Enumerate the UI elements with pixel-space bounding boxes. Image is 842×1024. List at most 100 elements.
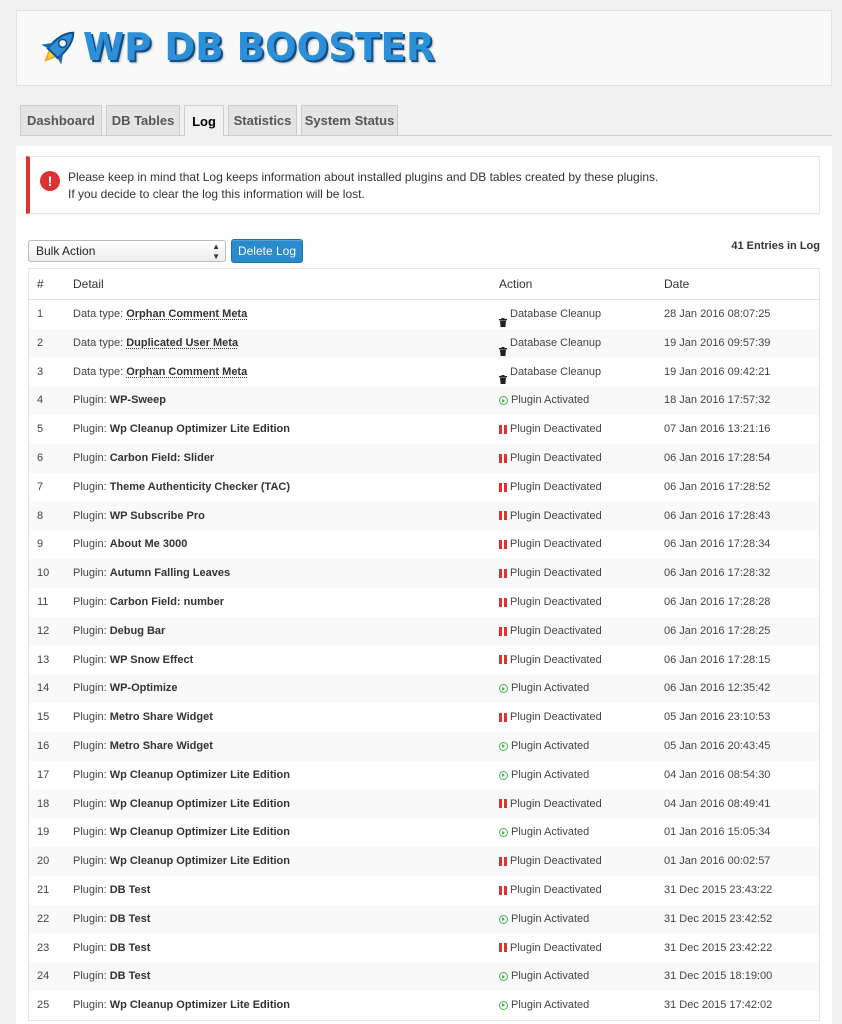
table-row: 3 Data type: Orphan Comment Meta Database …	[29, 358, 819, 387]
detail-value: About Me 3000	[109, 538, 188, 551]
row-date: 06 Jan 2016 17:28:34	[664, 538, 771, 551]
row-action: Plugin Activated	[499, 386, 589, 415]
detail-label: Plugin:	[73, 509, 107, 522]
table-row: 25 Plugin: Wp Cleanup Optimizer Lite Edit…	[29, 991, 819, 1020]
select-arrows-icon: ▲ ▼	[212, 242, 220, 261]
detail-value: DB Test	[109, 941, 151, 954]
detail-value[interactable]: Orphan Comment Meta	[126, 308, 247, 320]
detail-label: Plugin:	[73, 826, 107, 839]
detail-label: Plugin:	[73, 567, 107, 580]
rocket-icon	[41, 31, 75, 65]
detail-value[interactable]: Orphan Comment Meta	[126, 366, 247, 378]
row-number: 24	[37, 970, 50, 983]
detail-label: Plugin:	[73, 682, 107, 695]
row-action: Plugin Activated	[499, 818, 589, 847]
detail-label: Plugin:	[73, 768, 107, 781]
action-label: Plugin Activated	[511, 912, 590, 925]
row-date: 06 Jan 2016 17:28:54	[664, 451, 771, 464]
row-detail: Plugin: Carbon Field: Slider	[73, 444, 214, 473]
detail-label: Plugin:	[73, 999, 107, 1012]
row-detail: Plugin: DB Test	[73, 905, 150, 934]
row-date: 06 Jan 2016 17:28:52	[664, 480, 771, 493]
delete-log-button[interactable]: Delete Log	[231, 239, 303, 263]
table-row: 9 Plugin: About Me 3000 Plugin Deactivated…	[29, 530, 819, 559]
tab-system-status[interactable]: System Status	[301, 105, 398, 135]
pause-icon	[499, 425, 507, 435]
bulk-action-value: Bulk Action	[36, 244, 96, 258]
action-label: Plugin Deactivated	[510, 451, 602, 464]
tab-dashboard[interactable]: Dashboard	[20, 105, 102, 135]
action-label: Plugin Activated	[511, 768, 590, 781]
table-row: 16 Plugin: Metro Share Widget Plugin Activ…	[29, 731, 819, 761]
row-action: Plugin Deactivated	[499, 703, 602, 732]
row-action: Plugin Deactivated	[499, 502, 602, 531]
row-number: 17	[37, 768, 50, 781]
row-number: 6	[37, 451, 44, 464]
table-row: 10 Plugin: Autumn Falling Leaves Plugin De…	[29, 559, 819, 588]
row-detail: Data type: Duplicated User Meta	[73, 329, 238, 358]
table-row: 17 Plugin: Wp Cleanup Optimizer Lite Edit…	[29, 761, 819, 790]
row-date: 01 Jan 2016 15:05:34	[664, 826, 771, 839]
trash-icon	[499, 339, 507, 356]
detail-value: WP-Sweep	[109, 394, 166, 407]
row-number: 4	[37, 394, 44, 407]
play-icon	[499, 741, 508, 751]
row-detail: Plugin: Wp Cleanup Optimizer Lite Editio…	[73, 761, 290, 790]
table-row: 2 Data type: Duplicated User Meta Database…	[29, 328, 819, 358]
pause-icon	[499, 511, 507, 521]
row-action: Plugin Activated	[499, 732, 589, 761]
detail-label: Plugin:	[73, 480, 107, 493]
detail-label: Data type:	[73, 336, 124, 349]
pause-icon	[499, 857, 507, 867]
play-icon	[499, 396, 508, 406]
pause-icon	[499, 597, 507, 607]
detail-label: Plugin:	[73, 797, 107, 810]
pause-icon	[499, 482, 507, 492]
row-date: 06 Jan 2016 17:28:32	[664, 567, 771, 580]
detail-label: Plugin:	[73, 912, 107, 925]
detail-label: Plugin:	[73, 595, 107, 608]
row-detail: Plugin: Wp Cleanup Optimizer Lite Editio…	[73, 415, 290, 444]
row-number: 9	[37, 538, 44, 551]
detail-label: Plugin:	[73, 538, 107, 551]
row-date: 04 Jan 2016 08:49:41	[664, 797, 771, 810]
row-action: Plugin Activated	[499, 905, 589, 934]
entries-count: 41 Entries in Log	[731, 240, 820, 252]
detail-value: WP Snow Effect	[109, 653, 194, 666]
trash-icon	[499, 367, 507, 385]
action-label: Plugin Activated	[511, 739, 590, 752]
row-detail: Plugin: WP Subscribe Pro	[73, 502, 205, 531]
row-date: 05 Jan 2016 20:43:45	[664, 739, 771, 752]
row-number: 8	[37, 509, 44, 522]
action-label: Plugin Deactivated	[510, 653, 602, 666]
tab-bar: Dashboard DB Tables Log Statistics Syste…	[20, 105, 832, 136]
row-date: 06 Jan 2016 12:35:42	[664, 682, 771, 695]
plugin-logo-text: WP DB BOOSTER	[83, 25, 435, 69]
tab-db-tables[interactable]: DB Tables	[106, 105, 180, 135]
row-number: 22	[37, 912, 50, 925]
row-number: 14	[37, 682, 50, 695]
action-label: Plugin Deactivated	[510, 567, 602, 580]
row-detail: Plugin: Theme Authenticity Checker (TAC)	[73, 473, 290, 502]
table-row: 14 Plugin: WP-Optimize Plugin Activated 06 …	[29, 674, 819, 704]
row-detail: Plugin: Wp Cleanup Optimizer Lite Editio…	[73, 790, 290, 819]
detail-label: Plugin:	[73, 855, 107, 868]
tab-statistics[interactable]: Statistics	[228, 105, 297, 135]
row-date: 31 Dec 2015 17:42:02	[664, 999, 773, 1012]
detail-value[interactable]: Duplicated User Meta	[126, 337, 238, 349]
table-row: 19 Plugin: Wp Cleanup Optimizer Lite Edit…	[29, 818, 819, 847]
table-row: 24 Plugin: DB Test Plugin Activated 31 Dec …	[29, 962, 819, 992]
row-action: Plugin Deactivated	[499, 415, 602, 444]
tab-log[interactable]: Log	[184, 105, 224, 136]
table-row: 8 Plugin: WP Subscribe Pro Plugin Deactiva…	[29, 501, 819, 531]
detail-label: Plugin:	[73, 941, 107, 954]
table-row: 15 Plugin: Metro Share Widget Plugin Deact…	[29, 703, 819, 732]
row-number: 2	[37, 336, 44, 349]
pause-icon	[499, 713, 507, 723]
play-icon	[499, 914, 508, 924]
row-number: 19	[37, 826, 50, 839]
row-action: Plugin Deactivated	[499, 847, 602, 876]
bulk-action-select[interactable]: Bulk Action ▲ ▼	[28, 240, 226, 262]
action-label: Plugin Activated	[511, 970, 590, 983]
row-detail: Plugin: Wp Cleanup Optimizer Lite Editio…	[73, 991, 290, 1020]
